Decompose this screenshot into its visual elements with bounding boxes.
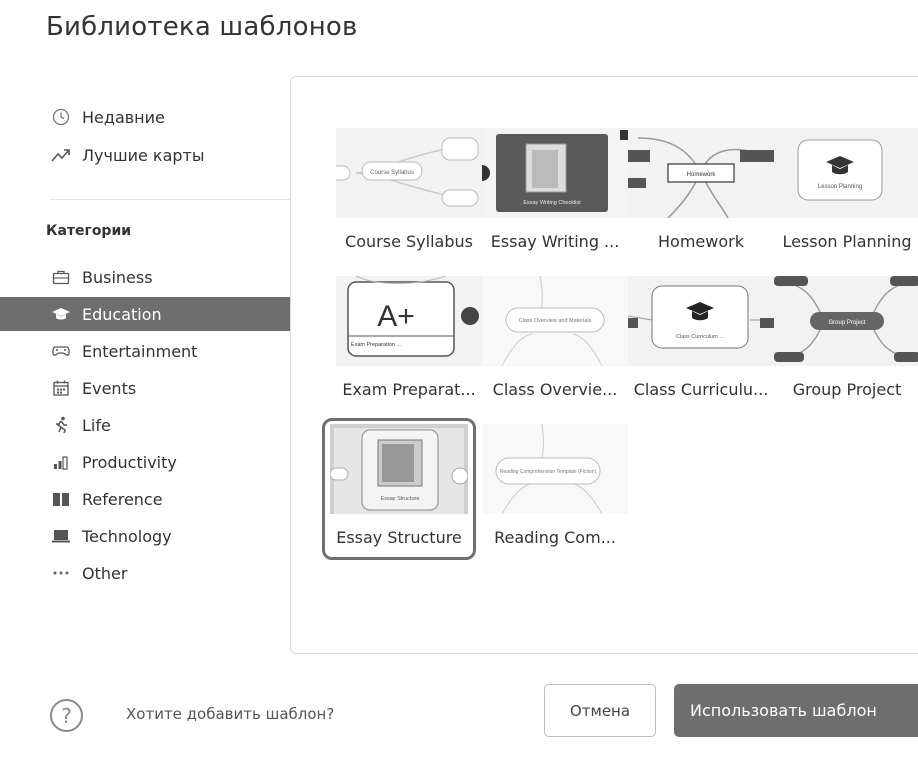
sidebar-item-label: Business bbox=[82, 267, 153, 287]
template-thumbnail: Homework bbox=[628, 128, 774, 218]
add-template-prompt[interactable]: Хотите добавить шаблон? bbox=[126, 705, 334, 723]
sidebar-item-label: Other bbox=[82, 563, 128, 583]
use-template-button[interactable]: Использовать шаблон bbox=[674, 684, 918, 737]
book-icon bbox=[50, 491, 72, 507]
bar-chart-icon bbox=[50, 454, 72, 470]
sidebar-item-best-maps[interactable]: Лучшие карты bbox=[0, 138, 290, 172]
thumb-text: Class Curriculum ... bbox=[676, 334, 724, 340]
template-label: Class Overvie... bbox=[492, 380, 618, 399]
sidebar-item-education[interactable]: Education bbox=[0, 297, 290, 331]
template-label: Reading Com... bbox=[494, 528, 616, 547]
sidebar-item-label: Productivity bbox=[82, 452, 177, 472]
cancel-button[interactable]: Отмена bbox=[544, 684, 656, 737]
template-thumbnail: Reading Comprehension Template (Fiction) bbox=[482, 424, 628, 514]
sidebar-item-entertainment[interactable]: Entertainment bbox=[0, 334, 290, 368]
sidebar-item-label: Education bbox=[82, 304, 162, 324]
thumb-text: Course Syllabus bbox=[370, 170, 414, 176]
calendar-icon bbox=[50, 379, 72, 397]
sidebar-divider bbox=[50, 199, 290, 200]
template-label: Lesson Planning bbox=[782, 232, 912, 251]
briefcase-icon bbox=[50, 269, 72, 285]
template-label: Class Curriculu... bbox=[633, 380, 769, 399]
thumb-text: Reading Comprehension Template (Fiction) bbox=[500, 469, 597, 475]
thumb-text: Essay Writing Checklist bbox=[523, 200, 581, 206]
categories-heading: Категории bbox=[46, 223, 132, 239]
sidebar-item-label: Technology bbox=[82, 526, 172, 546]
sidebar-item-label: Life bbox=[82, 415, 111, 435]
sidebar-item-events[interactable]: Events bbox=[0, 371, 290, 405]
sidebar-item-other[interactable]: Other bbox=[0, 556, 290, 590]
dialog-title: Библиотека шаблонов bbox=[46, 12, 358, 42]
template-thumbnail: Class Curriculum ... bbox=[628, 276, 774, 366]
trending-icon bbox=[50, 147, 72, 163]
dots-icon bbox=[50, 570, 72, 576]
sidebar-item-label: Entertainment bbox=[82, 341, 198, 361]
sidebar-item-business[interactable]: Business bbox=[0, 260, 290, 294]
thumb-text: Exam Preparation ... bbox=[351, 342, 402, 348]
running-person-icon bbox=[50, 416, 72, 434]
template-thumbnail: Essay Writing Checklist bbox=[482, 128, 628, 218]
thumb-text: Class Overview and Materials bbox=[519, 318, 592, 324]
template-thumbnail: Class Overview and Materials bbox=[482, 276, 628, 366]
template-thumbnail: A+ Exam Preparation ... bbox=[336, 276, 482, 366]
template-label: Homework bbox=[658, 232, 744, 251]
sidebar-item-technology[interactable]: Technology bbox=[0, 519, 290, 553]
template-label: Group Project bbox=[792, 380, 902, 399]
thumb-text: Lesson Planning bbox=[818, 184, 862, 190]
template-label: Essay Structure bbox=[336, 528, 462, 547]
template-label: Essay Writing ... bbox=[490, 232, 620, 251]
thumb-text: Group Project bbox=[828, 320, 865, 326]
thumb-text: Essay Structure bbox=[381, 496, 420, 502]
sidebar-item-label: Reference bbox=[82, 489, 163, 509]
template-thumbnail: Lesson Planning bbox=[774, 128, 918, 218]
thumb-big-text: A+ bbox=[377, 300, 415, 333]
clock-icon bbox=[50, 108, 72, 126]
template-thumbnail: Course Syllabus bbox=[336, 128, 482, 218]
laptop-icon bbox=[50, 528, 72, 544]
sidebar-item-label: Лучшие карты bbox=[82, 145, 205, 165]
sidebar-item-recent[interactable]: Недавние bbox=[0, 100, 290, 134]
template-thumbnail: Essay Structure bbox=[330, 424, 468, 514]
sidebar-item-life[interactable]: Life bbox=[0, 408, 290, 442]
sidebar-item-label: Events bbox=[82, 378, 137, 398]
template-label: Exam Preparat... bbox=[342, 380, 476, 399]
graduation-cap-icon bbox=[50, 306, 72, 322]
sidebar-item-productivity[interactable]: Productivity bbox=[0, 445, 290, 479]
sidebar-item-label: Недавние bbox=[82, 107, 165, 127]
template-thumbnail: Group Project bbox=[774, 276, 918, 366]
thumb-text: Homework bbox=[687, 172, 717, 178]
sidebar-item-reference[interactable]: Reference bbox=[0, 482, 290, 516]
template-label: Course Syllabus bbox=[345, 232, 473, 251]
help-icon[interactable]: ? bbox=[50, 699, 83, 732]
gamepad-icon bbox=[50, 344, 72, 358]
